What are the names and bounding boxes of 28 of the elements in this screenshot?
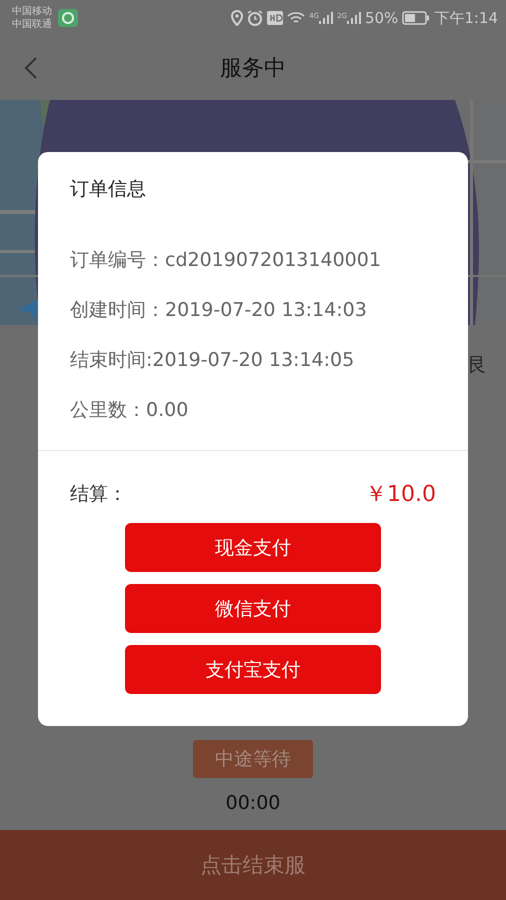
dialog-title: 订单信息 xyxy=(69,177,147,202)
location-icon xyxy=(231,10,244,26)
page-title: 服务中 xyxy=(220,55,286,83)
battery-percent: 50% xyxy=(364,9,398,27)
wifi-icon xyxy=(287,11,306,25)
signal-icon xyxy=(346,12,361,24)
payment-button[interactable]: 现金支付 xyxy=(125,523,381,572)
order-detail: 公里数：0.00 xyxy=(70,398,188,423)
order-detail: 结束时间:2019-07-20 13:14:05 xyxy=(70,348,354,373)
battery-icon xyxy=(402,11,430,25)
back-icon[interactable] xyxy=(24,56,38,80)
wait-timer: 00:00 xyxy=(226,792,280,814)
payment-button[interactable]: 微信支付 xyxy=(125,584,381,633)
wait-button[interactable]: 中途等待 xyxy=(193,740,313,778)
payment-button[interactable]: 支付宝支付 xyxy=(125,645,381,694)
carrier-name: 中国联通 xyxy=(12,18,52,31)
hd-icon xyxy=(267,11,284,25)
background-text: 艮 xyxy=(468,353,487,378)
total-label: 结算： xyxy=(70,482,127,507)
signal-icon xyxy=(319,12,334,24)
order-detail: 订单编号：cd2019072013140001 xyxy=(70,248,381,273)
alarm-icon xyxy=(247,10,264,26)
carrier-name: 中国移动 xyxy=(12,5,52,18)
app-icon xyxy=(58,9,78,27)
clock-time: 下午1:14 xyxy=(434,8,498,28)
total-amount: ￥10.0 xyxy=(365,481,436,509)
order-detail: 创建时间：2019-07-20 13:14:03 xyxy=(70,298,367,323)
end-service-button[interactable]: 点击结束服 xyxy=(0,830,506,900)
